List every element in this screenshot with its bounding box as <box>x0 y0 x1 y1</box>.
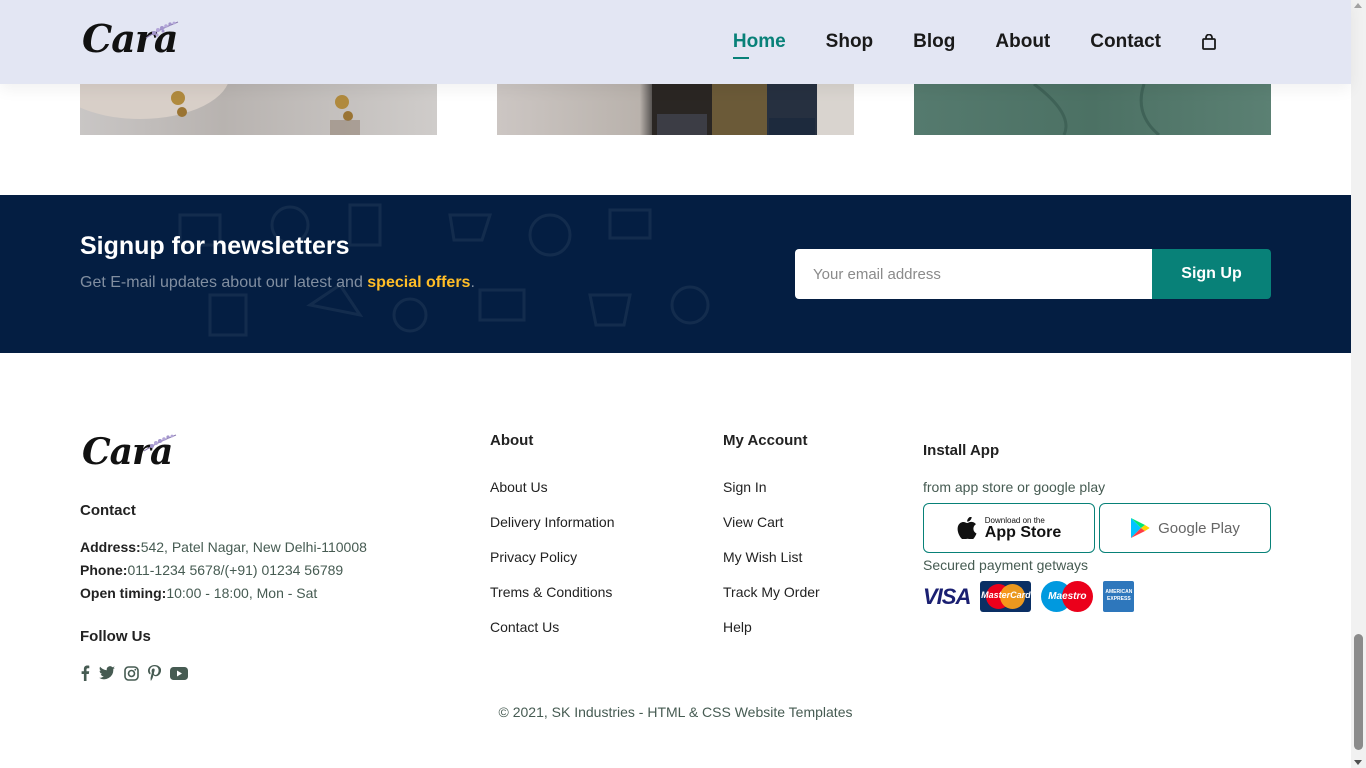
app-store-big-text: App Store <box>984 523 1062 541</box>
terms-conditions-link[interactable]: Trems & Conditions <box>490 583 615 618</box>
payment-methods: VISA MasterCard Maestro AMERICAN EXPRESS <box>923 581 1135 612</box>
phone-value: 011-1234 5678/(+91) 01234 56789 <box>127 562 344 578</box>
vertical-scrollbar[interactable] <box>1351 0 1366 768</box>
site-header: Cara Home Shop Blog About Contact <box>0 0 1351 84</box>
nav-home[interactable]: Home <box>732 31 786 59</box>
earring-photo <box>80 84 360 135</box>
newsletter-form: Sign Up <box>795 249 1271 299</box>
mastercard-text: MasterCard <box>981 590 1031 600</box>
about-heading: About <box>490 432 534 449</box>
nav-shop[interactable]: Shop <box>826 31 874 53</box>
newsletter-subtitle: Get E-mail updates about our latest and … <box>80 274 475 292</box>
newsletter-subtitle-period: . <box>470 274 475 291</box>
about-links: About Us Delivery Information Privacy Po… <box>490 478 615 653</box>
banner-image-1[interactable] <box>80 84 437 135</box>
google-play-text: Google Play <box>1158 519 1240 537</box>
nav-blog[interactable]: Blog <box>913 31 955 53</box>
install-app-heading: Install App <box>923 442 1000 459</box>
logo[interactable]: Cara <box>82 16 182 64</box>
timing-label: Open timing: <box>80 585 167 601</box>
phone-label: Phone: <box>80 562 128 578</box>
privacy-policy-link[interactable]: Privacy Policy <box>490 548 615 583</box>
app-store-button[interactable]: Download on the App Store <box>923 503 1095 553</box>
newsletter-subtitle-text: Get E-mail updates about our latest and <box>80 274 368 291</box>
youtube-icon[interactable] <box>170 666 188 685</box>
sign-in-link[interactable]: Sign In <box>723 478 820 513</box>
apple-icon <box>957 517 977 539</box>
facebook-icon[interactable] <box>80 665 90 686</box>
install-app-subtitle: from app store or google play <box>923 479 1106 495</box>
google-play-icon <box>1131 518 1150 538</box>
follow-heading: Follow Us <box>80 628 151 645</box>
site-footer: Cara Contact Address:542, Patel Nagar, N… <box>0 353 1351 768</box>
scroll-up-arrow-icon[interactable] <box>1354 3 1362 8</box>
special-offers-highlight: special offers <box>367 274 471 291</box>
help-link[interactable]: Help <box>723 618 820 653</box>
address-label: Address: <box>80 539 141 555</box>
pinterest-icon[interactable] <box>148 665 162 686</box>
visa-logo: VISA <box>923 583 971 609</box>
timing-line: Open timing:10:00 - 18:00, Mon - Sat <box>80 585 317 601</box>
lavender-sprig-icon <box>145 21 179 39</box>
newsletter-section: Signup for newsletters Get E-mail update… <box>0 195 1351 353</box>
banner-image-3[interactable] <box>914 84 1271 135</box>
newsletter-title: Signup for newsletters <box>80 232 350 260</box>
lavender-sprig-icon <box>143 434 177 452</box>
maestro-text: Maestro <box>1048 591 1087 602</box>
my-account-heading: My Account <box>723 432 808 449</box>
twitter-icon[interactable] <box>99 666 115 685</box>
about-us-link[interactable]: About Us <box>490 478 615 513</box>
delivery-information-link[interactable]: Delivery Information <box>490 513 615 548</box>
footer-logo[interactable]: Cara <box>82 431 182 475</box>
banner-image-2[interactable] <box>497 84 854 135</box>
shopping-bag-icon[interactable] <box>1201 33 1217 50</box>
signup-button[interactable]: Sign Up <box>1152 249 1271 299</box>
address-value: 542, Patel Nagar, New Delhi-110008 <box>140 539 367 555</box>
nav-contact[interactable]: Contact <box>1090 31 1161 53</box>
mastercard-logo: MasterCard <box>980 581 1032 612</box>
phone-line: Phone:011-1234 5678/(+91) 01234 56789 <box>80 562 343 578</box>
scroll-down-arrow-icon[interactable] <box>1354 760 1362 765</box>
scrollbar-thumb[interactable] <box>1354 634 1363 750</box>
social-icons <box>80 665 188 686</box>
google-play-button[interactable]: Google Play <box>1099 503 1271 553</box>
nav-about[interactable]: About <box>995 31 1050 53</box>
jackets-photo <box>652 84 817 135</box>
account-links: Sign In View Cart My Wish List Track My … <box>723 478 820 653</box>
app-store-text: Download on the App Store <box>985 516 1061 541</box>
amex-logo: AMERICAN EXPRESS <box>1103 581 1135 612</box>
maestro-logo: Maestro <box>1041 581 1094 612</box>
payment-label: Secured payment getways <box>923 557 1088 573</box>
email-input[interactable] <box>795 249 1152 299</box>
view-cart-link[interactable]: View Cart <box>723 513 820 548</box>
wish-list-link[interactable]: My Wish List <box>723 548 820 583</box>
contact-heading: Contact <box>80 502 136 519</box>
timing-value: 10:00 - 18:00, Mon - Sat <box>166 585 318 601</box>
green-tee-photo <box>1033 84 1160 135</box>
address-line: Address:542, Patel Nagar, New Delhi-1100… <box>80 539 367 555</box>
instagram-icon[interactable] <box>124 665 139 686</box>
copyright-text: © 2021, SK Industries - HTML & CSS Websi… <box>498 704 853 720</box>
main-nav: Home Shop Blog About Contact <box>693 0 1217 84</box>
contact-us-link[interactable]: Contact Us <box>490 618 615 653</box>
track-order-link[interactable]: Track My Order <box>723 583 820 618</box>
